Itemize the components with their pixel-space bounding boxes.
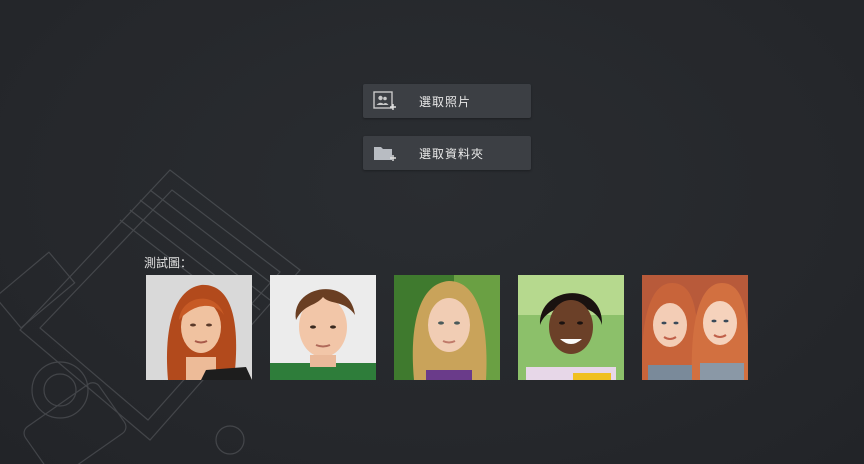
portrait-twin-girls-icon [642, 275, 748, 380]
select-photos-button[interactable]: 選取照片 [363, 84, 531, 118]
main-stage: 選取照片 選取資料夾 測試圖： [0, 0, 864, 464]
add-folder-icon [373, 143, 397, 163]
portrait-brown-hair-boy-icon [270, 275, 376, 380]
test-image-thumbnail[interactable] [642, 275, 748, 380]
portrait-blonde-girl-icon [394, 275, 500, 380]
add-photo-icon [373, 91, 397, 111]
test-images-heading: 測試圖： [144, 256, 193, 270]
test-image-list [146, 275, 748, 380]
select-photos-label: 選取照片 [419, 94, 472, 109]
select-folder-button[interactable]: 選取資料夾 [363, 136, 531, 170]
test-image-thumbnail[interactable] [270, 275, 376, 380]
test-image-thumbnail[interactable] [518, 275, 624, 380]
test-image-thumbnail[interactable] [394, 275, 500, 380]
portrait-smiling-girl-icon [518, 275, 624, 380]
select-folder-label: 選取資料夾 [419, 146, 485, 161]
portrait-redhead-woman-icon [146, 275, 252, 380]
test-image-thumbnail[interactable] [146, 275, 252, 380]
